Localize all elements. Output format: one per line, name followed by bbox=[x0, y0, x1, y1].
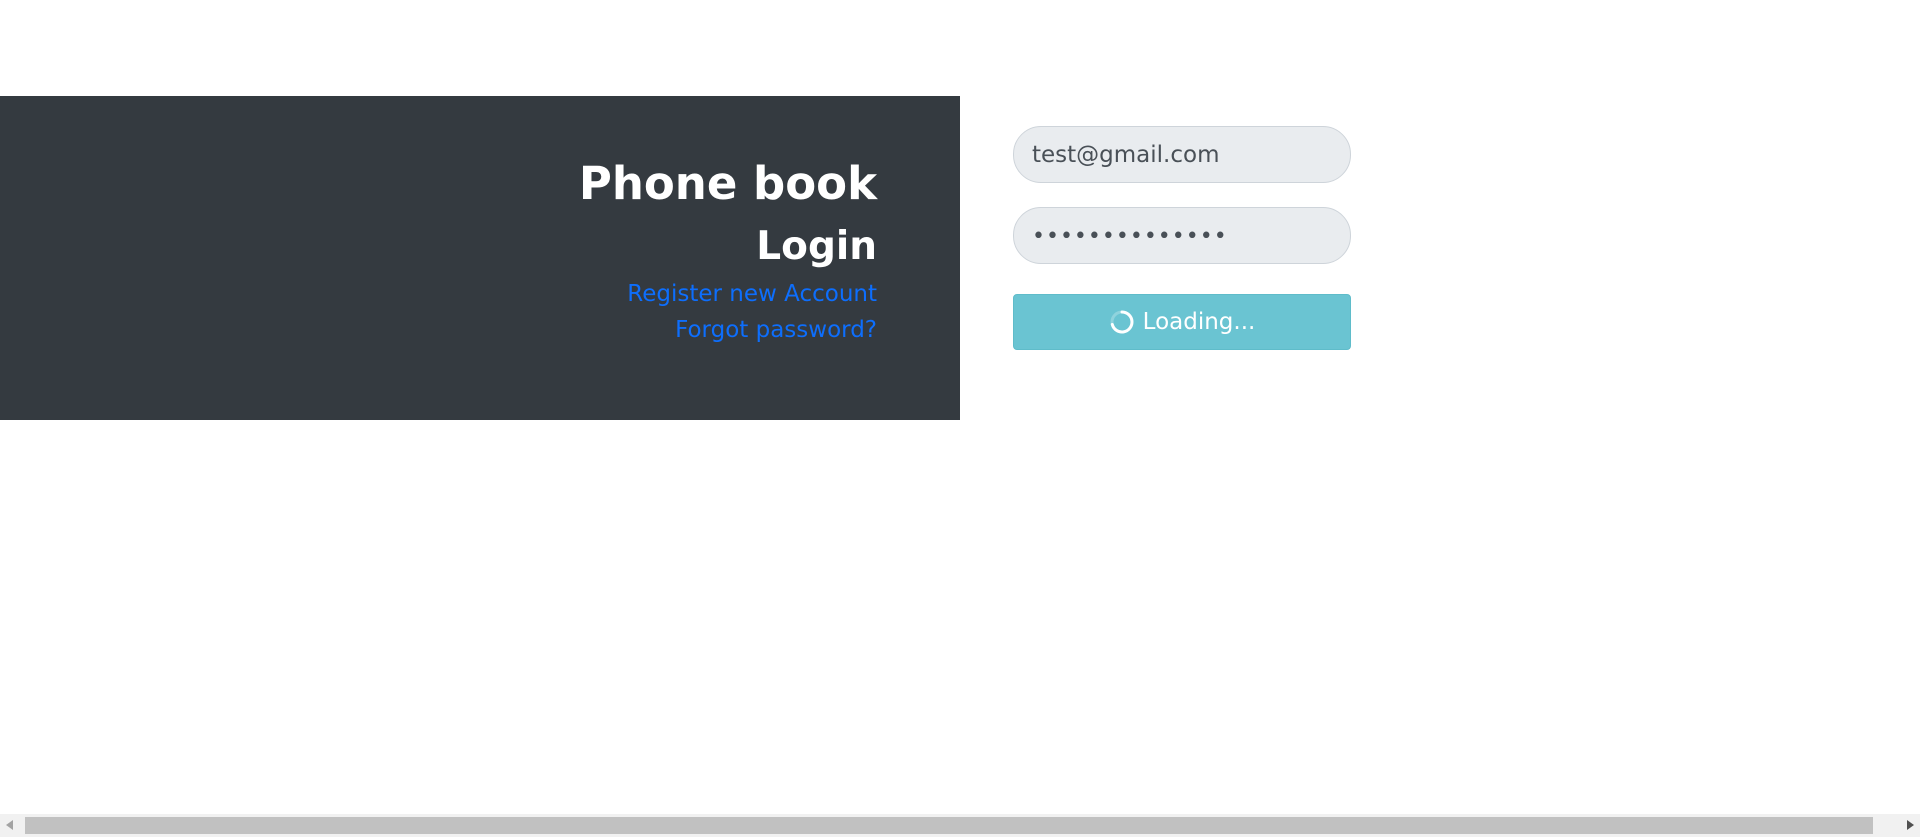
forgot-password-link[interactable]: Forgot password? bbox=[579, 312, 877, 348]
login-submit-label: Loading... bbox=[1142, 309, 1256, 335]
scrollbar-thumb[interactable] bbox=[25, 817, 1873, 834]
login-submit-button[interactable]: Loading... bbox=[1013, 294, 1351, 350]
brand-block: Phone book Login Register new Account Fo… bbox=[579, 156, 877, 348]
password-field[interactable]: •••••••••••••• bbox=[1013, 207, 1351, 264]
app-title: Phone book bbox=[578, 157, 877, 210]
page: Phone book Login Register new Account Fo… bbox=[0, 0, 1920, 837]
scroll-left-arrow-icon[interactable] bbox=[6, 820, 13, 830]
page-subtitle: Login bbox=[756, 224, 877, 269]
register-account-link[interactable]: Register new Account bbox=[579, 276, 877, 312]
login-header-panel: Phone book Login Register new Account Fo… bbox=[0, 96, 960, 420]
email-field[interactable]: test@gmail.com bbox=[1013, 126, 1351, 183]
loading-spinner-icon bbox=[1109, 309, 1135, 335]
login-form: test@gmail.com •••••••••••••• Loading... bbox=[1013, 126, 1351, 350]
horizontal-scrollbar[interactable] bbox=[0, 814, 1920, 837]
scroll-right-arrow-icon[interactable] bbox=[1907, 820, 1914, 830]
